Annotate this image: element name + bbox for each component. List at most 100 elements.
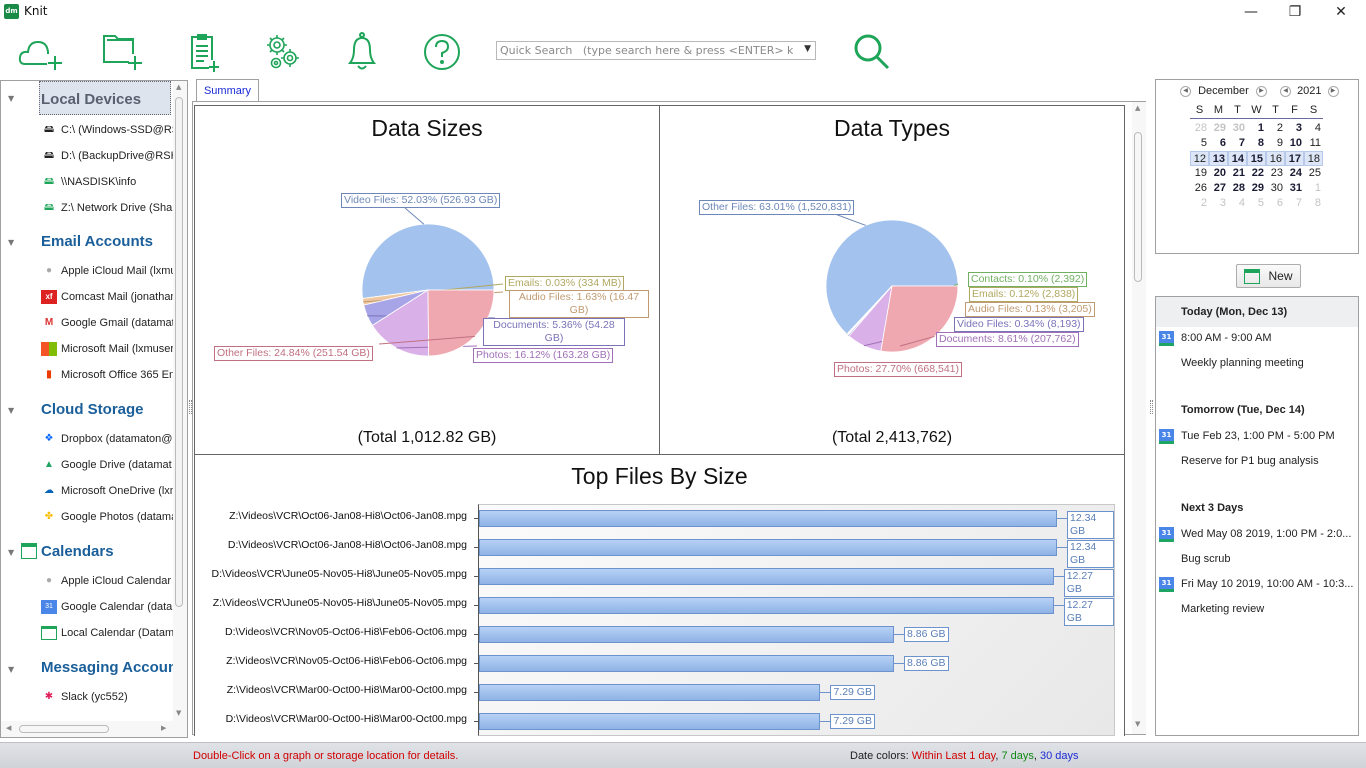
collapse-caret-icon[interactable]: ▼ <box>8 238 14 247</box>
calendar-day[interactable]: 28 <box>1228 181 1247 196</box>
tree-group-calendars[interactable]: Calendars <box>41 543 114 560</box>
search-button[interactable] <box>842 28 902 76</box>
file-size-bar[interactable] <box>479 597 1054 614</box>
calendar-day[interactable]: 24 <box>1285 166 1304 181</box>
calendar-day[interactable]: 1 <box>1247 121 1266 136</box>
file-size-bar[interactable] <box>479 655 894 672</box>
tree-item[interactable]: ● Apple iCloud Calendar ( <box>41 574 173 588</box>
calendar-day[interactable]: 2 <box>1190 196 1209 211</box>
prev-year-button[interactable]: ◀ <box>1280 85 1291 97</box>
tree-item[interactable]: M Google Gmail (datamat <box>41 316 173 330</box>
calendar-day[interactable]: 3 <box>1209 196 1228 211</box>
tree-item[interactable]: 🖴 D:\ (BackupDrive@RSH <box>41 149 173 163</box>
calendar-day[interactable]: 4 <box>1304 121 1323 136</box>
quick-search-combo[interactable]: ▼ <box>496 41 816 60</box>
tree-group-cloud-storage[interactable]: Cloud Storage <box>41 401 144 418</box>
calendar-day[interactable]: 19 <box>1190 166 1209 181</box>
next-year-button[interactable]: ▶ <box>1327 85 1339 97</box>
tree-item[interactable]: Microsoft Mail (lxmuser <box>41 342 173 356</box>
tree-item[interactable]: xf Comcast Mail (jonathan <box>41 290 173 304</box>
top-files-plot[interactable]: 12.34 GB 12.34 GB 12.27 GB 12.27 GB 8.86 GB 8… <box>474 504 1115 736</box>
help-button[interactable] <box>412 28 472 76</box>
tree-item[interactable]: 🖴 Z:\ Network Drive (Sha <box>41 201 173 215</box>
event-title[interactable]: Bug scrub <box>1181 553 1231 565</box>
calendar-day[interactable]: 30 <box>1266 181 1285 196</box>
settings-button[interactable] <box>252 28 312 76</box>
tree-group-local-devices[interactable]: Local Devices <box>41 91 141 108</box>
tree-item[interactable]: 31 Google Calendar (datar <box>41 600 173 614</box>
tree-item[interactable]: ❖ Dropbox (datamaton@ <box>41 432 173 446</box>
content-vertical-scrollbar[interactable]: ▲ ▼ <box>1132 102 1146 734</box>
calendar-day[interactable]: 25 <box>1304 166 1323 181</box>
calendar-day[interactable]: 27 <box>1209 181 1228 196</box>
tab-summary[interactable]: Summary <box>196 79 259 101</box>
calendar-day[interactable]: 21 <box>1228 166 1247 181</box>
calendar-day[interactable]: 15 <box>1247 151 1266 166</box>
file-size-bar[interactable] <box>479 510 1057 527</box>
file-size-bar[interactable] <box>479 539 1057 556</box>
data-sizes-panel[interactable]: Data Sizes (Total 1,012.82 GB) Video Fil… <box>194 105 660 455</box>
event-time[interactable]: Tue Feb 23, 1:00 PM - 5:00 PM <box>1181 430 1335 442</box>
calendar-day[interactable]: 23 <box>1266 166 1285 181</box>
calendar-day[interactable]: 5 <box>1190 136 1209 151</box>
prev-month-button[interactable]: ◀ <box>1180 85 1191 97</box>
calendar-day[interactable]: 8 <box>1304 196 1323 211</box>
scrollbar-thumb[interactable] <box>1134 132 1142 282</box>
scrollbar-thumb[interactable] <box>175 97 183 607</box>
calendar-day[interactable]: 11 <box>1304 136 1323 151</box>
file-size-bar[interactable] <box>479 684 821 701</box>
tree-item[interactable]: ✤ Google Photos (datama <box>41 510 173 524</box>
calendar-day[interactable]: 29 <box>1247 181 1266 196</box>
calendar-day[interactable]: 8 <box>1247 136 1266 151</box>
event-time[interactable]: Wed May 08 2019, 1:00 PM - 2:0... <box>1181 528 1351 540</box>
calendar-day[interactable]: 3 <box>1285 121 1304 136</box>
calendar-day[interactable]: 18 <box>1304 151 1323 166</box>
scroll-down-icon[interactable]: ▼ <box>176 709 181 717</box>
calendar-day[interactable]: 6 <box>1266 196 1285 211</box>
tree-item[interactable]: Local Calendar (Datama <box>41 626 173 640</box>
tree-group-email-accounts[interactable]: Email Accounts <box>41 233 153 250</box>
calendar-day[interactable]: 4 <box>1228 196 1247 211</box>
event-title[interactable]: Reserve for P1 bug analysis <box>1181 455 1319 467</box>
calendar-day[interactable]: 2 <box>1266 121 1285 136</box>
calendar-day[interactable]: 12 <box>1190 151 1209 166</box>
next-month-button[interactable]: ▶ <box>1255 85 1267 97</box>
tree-item[interactable]: ☁ Microsoft OneDrive (lxn <box>41 484 173 498</box>
notifications-button[interactable] <box>332 28 392 76</box>
calendar-day[interactable]: 16 <box>1266 151 1285 166</box>
calendar-day[interactable]: 10 <box>1285 136 1304 151</box>
calendar-day[interactable]: 31 <box>1285 181 1304 196</box>
data-types-panel[interactable]: Data Types (Total 2,413,762) Other Files… <box>659 105 1125 455</box>
calendar-day[interactable]: 9 <box>1266 136 1285 151</box>
add-cloud-button[interactable] <box>12 28 72 76</box>
calendar-day[interactable]: 6 <box>1209 136 1228 151</box>
calendar-day[interactable]: 7 <box>1285 196 1304 211</box>
close-button[interactable]: ✕ <box>1318 0 1364 24</box>
event-time[interactable]: 8:00 AM - 9:00 AM <box>1181 332 1272 344</box>
scroll-up-icon[interactable]: ▲ <box>176 83 181 91</box>
scroll-right-icon[interactable]: ▶ <box>161 724 166 732</box>
file-size-bar[interactable] <box>479 626 894 643</box>
calendar-day[interactable]: 22 <box>1247 166 1266 181</box>
calendar-day[interactable]: 28 <box>1190 121 1209 136</box>
tree-group-messaging-accounts[interactable]: Messaging Accounts <box>41 659 173 676</box>
restore-button[interactable]: ❐ <box>1272 0 1318 24</box>
new-report-button[interactable] <box>172 28 232 76</box>
calendar-day[interactable]: 17 <box>1285 151 1304 166</box>
calendar-day[interactable]: 13 <box>1209 151 1228 166</box>
tree-vertical-scrollbar[interactable]: ▲ ▼ <box>173 81 187 721</box>
collapse-caret-icon[interactable]: ▼ <box>8 665 14 674</box>
scrollbar-thumb[interactable] <box>19 725 109 733</box>
top-files-panel[interactable]: Top Files By Size 12.34 GB 12.34 GB 12.27 … <box>194 454 1125 736</box>
calendar-day[interactable]: 29 <box>1209 121 1228 136</box>
add-folder-button[interactable] <box>90 28 150 76</box>
tree-item[interactable]: ▲ Google Drive (datamat <box>41 458 173 472</box>
collapse-caret-icon[interactable]: ▼ <box>8 94 14 103</box>
calendar-day[interactable]: 20 <box>1209 166 1228 181</box>
collapse-caret-icon[interactable]: ▼ <box>8 548 14 557</box>
scroll-up-icon[interactable]: ▲ <box>1135 104 1140 112</box>
tree-item[interactable]: 🖴 \\NASDISK\info <box>41 175 173 189</box>
scroll-left-icon[interactable]: ◀ <box>6 724 11 732</box>
scroll-down-icon[interactable]: ▼ <box>1135 720 1140 728</box>
tree-item[interactable]: 🖴C:\ (Windows-SSD@RSH <box>41 123 173 137</box>
